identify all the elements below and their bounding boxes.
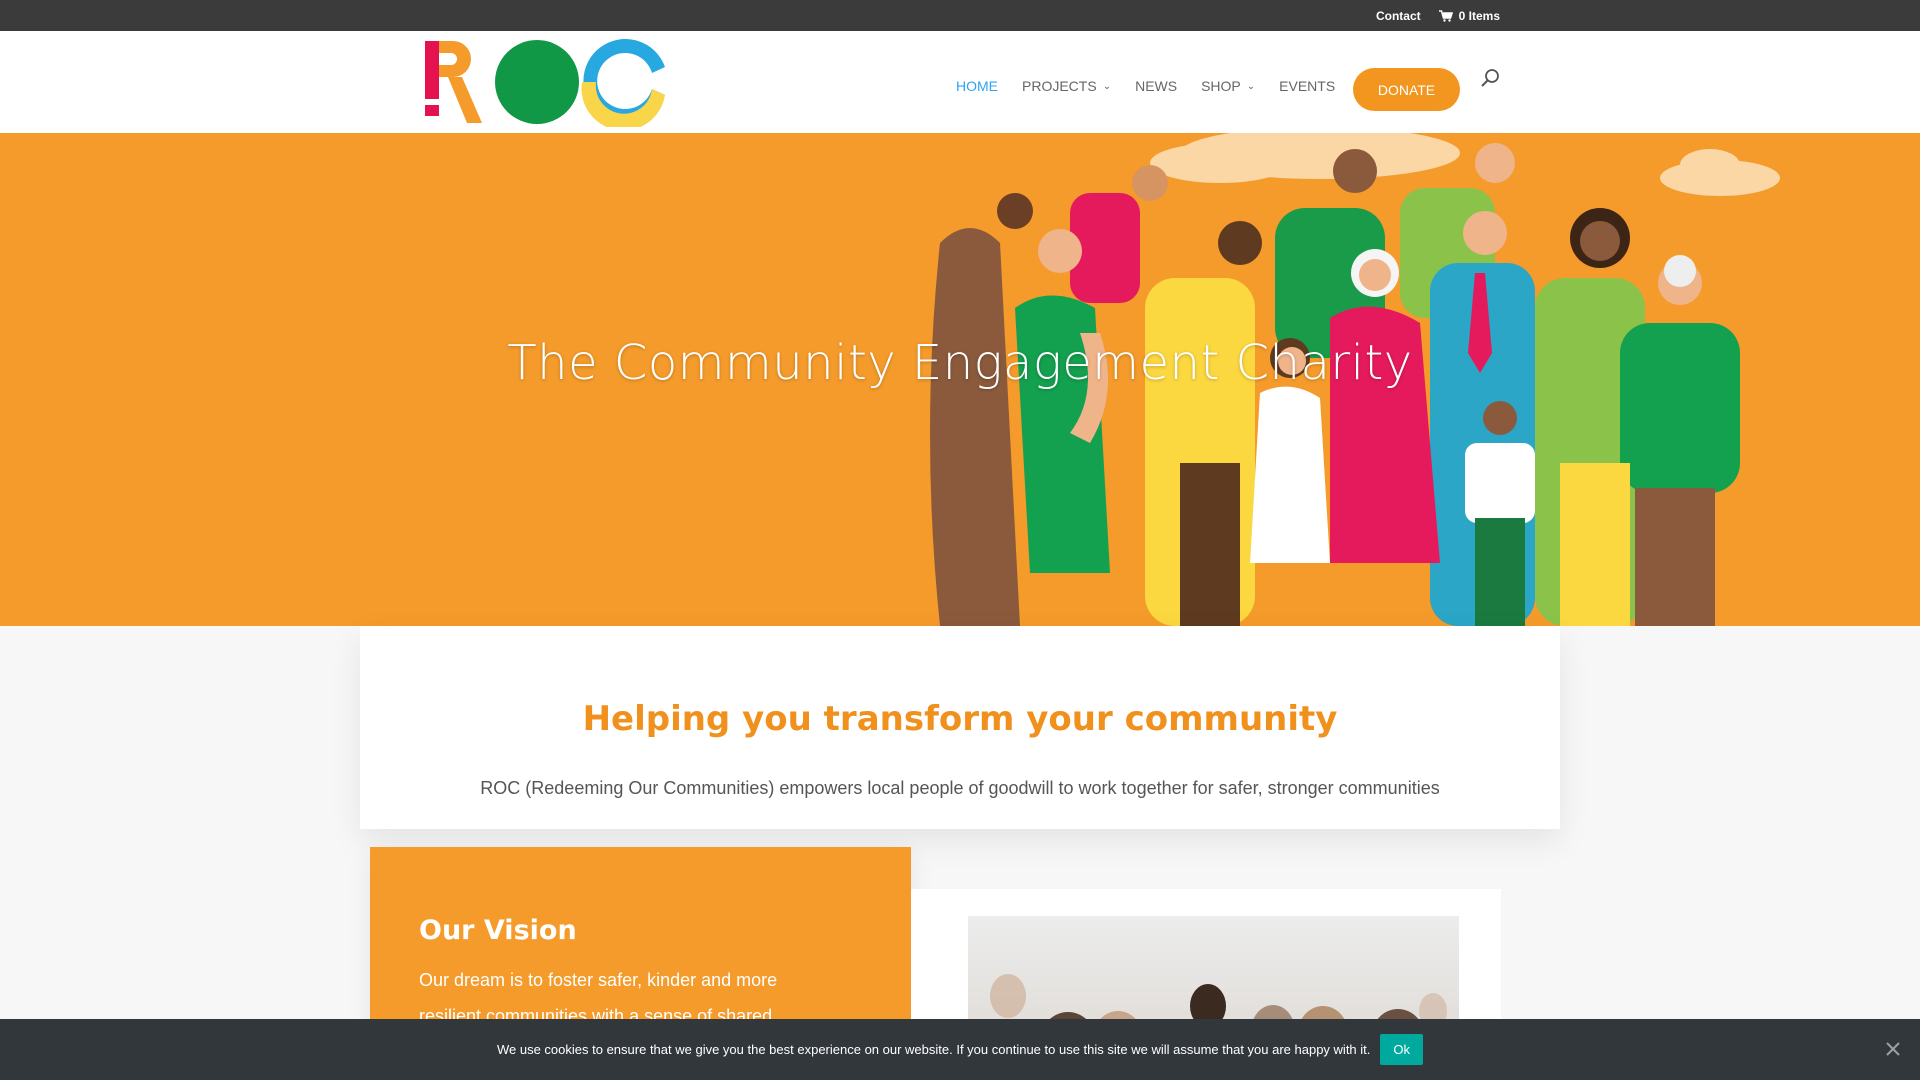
hero-title: The Community Engagement Charity (507, 335, 1413, 391)
intro-heading: Helping you transform your community (582, 699, 1338, 739)
roc-logo[interactable] (422, 39, 667, 131)
cookie-banner: We use cookies to ensure that we give yo… (0, 1019, 1920, 1080)
cart-link[interactable]: 0 Items (1438, 8, 1500, 23)
cookie-ok-button[interactable]: Ok (1380, 1034, 1424, 1065)
hero-banner: The Community Engagement Charity (0, 133, 1920, 626)
nav-projects[interactable]: PROJECTS ⌄ (1022, 78, 1111, 94)
nav-home[interactable]: HOME (956, 78, 998, 94)
donate-button[interactable]: DONATE (1353, 68, 1460, 111)
vision-heading: Our Vision (419, 915, 577, 946)
chevron-down-icon: ⌄ (1246, 80, 1256, 92)
top-links: Contact 0 Items (1376, 0, 1500, 31)
cookie-message: We use cookies to ensure that we give yo… (496, 1042, 1371, 1057)
contact-link[interactable]: Contact (1376, 9, 1421, 23)
nav-events[interactable]: EVENTS (1279, 78, 1335, 94)
close-icon[interactable] (1884, 1040, 1902, 1058)
intro-card: Helping you transform your community ROC… (360, 626, 1560, 829)
cart-icon (1438, 9, 1453, 22)
cookie-message-row: We use cookies to ensure that we give yo… (0, 1019, 1920, 1080)
cart-count: 0 Items (1458, 8, 1500, 23)
nav-shop[interactable]: SHOP ⌄ (1201, 78, 1255, 94)
chevron-down-icon: ⌄ (1102, 80, 1112, 92)
site-header: HOME PROJECTS ⌄ NEWS SHOP ⌄ EVENTS DONATE (0, 31, 1920, 133)
nav-news[interactable]: NEWS (1135, 78, 1177, 94)
top-bar: Contact 0 Items (0, 0, 1920, 31)
search-icon[interactable] (1480, 67, 1502, 89)
intro-text: ROC (Redeeming Our Communities) empowers… (480, 778, 1440, 798)
main-nav: HOME PROJECTS ⌄ NEWS SHOP ⌄ EVENTS (956, 69, 1359, 103)
